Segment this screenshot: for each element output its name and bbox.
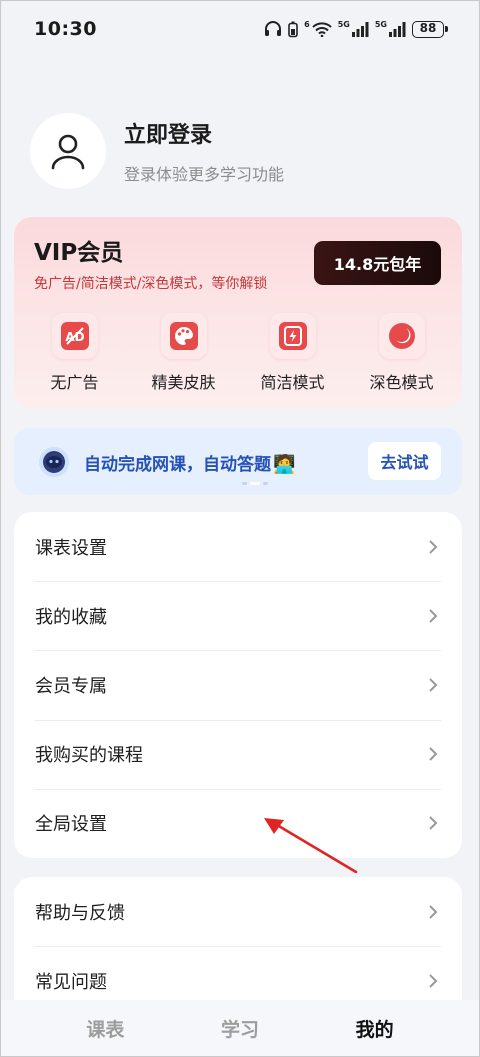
avatar[interactable]: [30, 113, 106, 189]
carousel-dot-active: [250, 482, 260, 485]
carousel-dot: [263, 482, 268, 485]
menu-item-global-settings[interactable]: 全局设置: [14, 788, 462, 858]
moon-icon: [388, 323, 415, 349]
login-title[interactable]: 立即登录: [124, 117, 284, 149]
signal-icon: [351, 21, 369, 37]
chevron-right-icon: [429, 747, 438, 761]
menu-item-schedule-settings[interactable]: 课表设置: [14, 512, 462, 581]
status-time: 10:30: [34, 18, 97, 40]
vip-feature-label: 简洁模式: [260, 373, 325, 392]
vip-feature-label: 精美皮肤: [151, 373, 216, 392]
help-menu: 帮助与反馈 常见问题: [14, 877, 462, 1017]
tab-mine[interactable]: 我的: [330, 1015, 420, 1042]
tab-study[interactable]: 学习: [195, 1015, 285, 1042]
try-button[interactable]: 去试试: [368, 442, 441, 480]
headphones-icon: [265, 21, 282, 36]
carousel-dot: [242, 482, 247, 485]
vip-subtitle: 免广告/简洁模式/深色模式，等你解锁: [34, 276, 268, 292]
no-ads-icon: AD: [60, 322, 89, 350]
settings-menu: 课表设置 我的收藏 会员专属 我购买的课程 全局设置: [14, 512, 462, 858]
menu-label: 会员专属: [35, 675, 107, 697]
vip-feature-skin[interactable]: 精美皮肤: [134, 313, 234, 393]
carousel-dots: [242, 482, 268, 485]
battery-saver-icon: [288, 21, 298, 37]
promo-text-label: 自动完成网课，自动答题: [84, 455, 271, 475]
login-profile[interactable]: 立即登录 登录体验更多学习功能: [30, 113, 284, 189]
wifi-label: 6: [304, 19, 310, 29]
chevron-right-icon: [429, 974, 438, 988]
menu-item-member-exclusive[interactable]: 会员专属: [14, 650, 462, 719]
bottom-tab-bar: 课表 学习 我的: [0, 1000, 480, 1057]
promo-text: 自动完成网课，自动答题 🧑‍💻: [84, 450, 295, 475]
vip-feature-label: 无广告: [50, 373, 99, 392]
promo-banner[interactable]: 自动完成网课，自动答题 🧑‍💻 去试试: [14, 428, 462, 495]
menu-label: 课表设置: [35, 537, 107, 559]
vip-feature-dark-mode[interactable]: 深色模式: [352, 313, 452, 393]
chevron-right-icon: [429, 609, 438, 623]
vip-feature-simple-mode[interactable]: 简洁模式: [243, 313, 343, 393]
menu-label: 帮助与反馈: [35, 902, 125, 924]
robot-icon: [39, 447, 69, 477]
annotation-arrow-icon: [264, 818, 358, 874]
vip-feature-no-ads[interactable]: AD 无广告: [25, 313, 125, 393]
login-subtitle: 登录体验更多学习功能: [124, 165, 285, 184]
menu-label: 常见问题: [35, 971, 107, 993]
battery-icon: 88: [412, 20, 448, 38]
vip-title: VIP会员: [34, 240, 124, 266]
chevron-right-icon: [429, 816, 438, 831]
menu-item-help-feedback[interactable]: 帮助与反馈: [14, 877, 462, 946]
vip-card[interactable]: VIP会员 免广告/简洁模式/深色模式，等你解锁 14.8元包年 AD 无广告: [14, 217, 462, 409]
menu-label: 我的收藏: [35, 606, 107, 628]
user-icon: [51, 134, 85, 170]
vip-features: AD 无广告 精美皮肤: [14, 313, 462, 393]
palette-icon: [169, 322, 198, 350]
tab-schedule[interactable]: 课表: [60, 1015, 150, 1042]
menu-label: 全局设置: [35, 814, 107, 836]
vip-feature-label: 深色模式: [369, 373, 434, 392]
status-icons: 6 5G 5G 88: [264, 19, 448, 38]
network-label-b: 5G: [374, 19, 387, 29]
wifi-icon: [312, 21, 332, 37]
promo-emoji: 🧑‍💻: [273, 454, 296, 475]
menu-item-favorites[interactable]: 我的收藏: [14, 581, 462, 650]
signal-icon: [389, 21, 406, 37]
chevron-right-icon: [429, 904, 438, 919]
chevron-right-icon: [429, 678, 438, 692]
status-bar: 10:30 6 5G 5G 88: [0, 0, 480, 58]
lightning-icon: [278, 322, 307, 350]
network-label-a: 5G: [337, 19, 350, 29]
chevron-right-icon: [429, 539, 438, 554]
vip-price-button[interactable]: 14.8元包年: [314, 241, 441, 285]
menu-item-purchased-courses[interactable]: 我购买的课程: [14, 719, 462, 789]
menu-label: 我购买的课程: [35, 745, 143, 767]
